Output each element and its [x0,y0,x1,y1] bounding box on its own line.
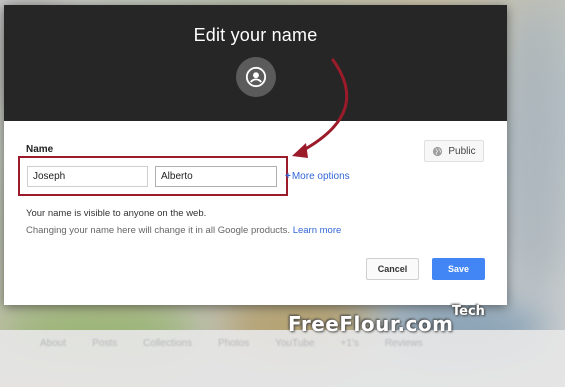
dialog-header: Edit your name [4,5,507,121]
change-note: Changing your name here will change it i… [26,225,341,236]
first-name-input[interactable] [27,166,148,187]
visibility-public-button[interactable]: Public [424,140,484,162]
save-button[interactable]: Save [432,258,485,280]
background-nav-item: Collections [143,338,193,349]
visibility-note: Your name is visible to anyone on the we… [26,208,207,219]
more-options-label: More options [291,171,350,182]
account-circle-icon[interactable] [236,57,276,97]
watermark-tech-text: Tech [452,304,485,319]
last-name-input[interactable] [155,166,277,187]
background-nav-item: Posts [92,338,118,349]
background-profile-nav: About Posts Collections Photos YouTube +… [40,338,520,354]
background-nav-item: Reviews [384,338,423,349]
background-nav-item: About [40,338,67,349]
background-nav-item: Photos [218,338,250,349]
visibility-label: Public [448,145,476,157]
globe-icon [433,146,443,156]
backdrop-blob [505,0,565,300]
name-label: Name [26,144,54,155]
background-nav-item: +1's [340,338,359,349]
more-options-link[interactable]: +More options [285,171,350,182]
plus-icon: + [285,171,291,182]
edit-name-dialog: Edit your name Name Public +More options… [4,5,507,305]
background-nav-item: YouTube [275,338,315,349]
change-note-text: Changing your name here will change it i… [26,225,291,236]
cancel-button[interactable]: Cancel [366,258,419,280]
watermark-text: FreeFlour.com [288,312,454,336]
learn-more-link[interactable]: Learn more [293,225,342,236]
dialog-title: Edit your name [193,25,318,45]
